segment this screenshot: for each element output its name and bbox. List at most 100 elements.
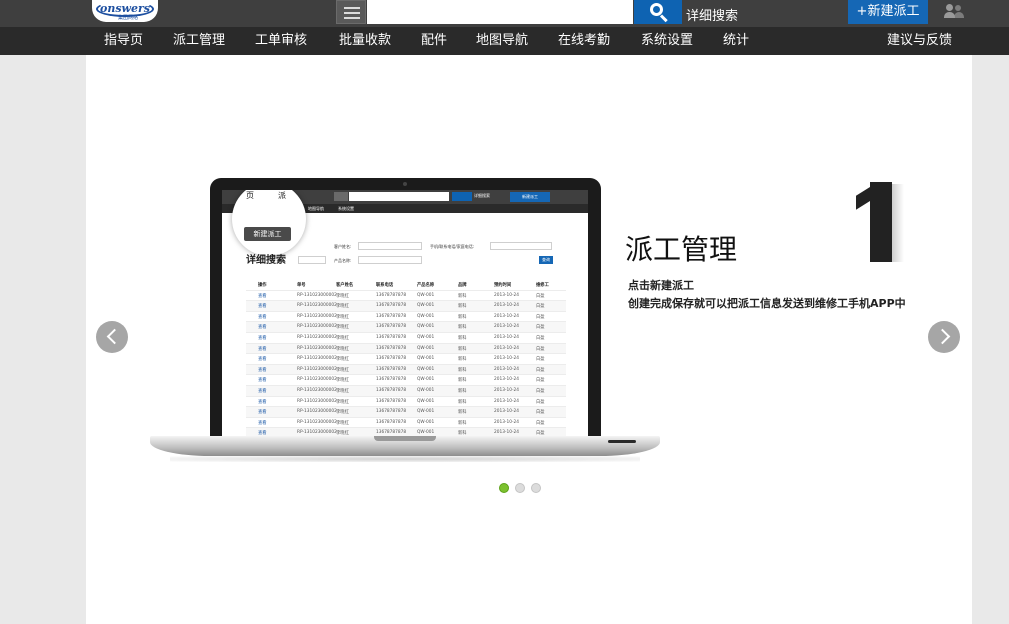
mini-table-cell: 白盈 <box>536 399 545 405</box>
mini-table-cell: 李晓红 <box>336 304 349 310</box>
mini-table-cell: RP-131023000002 <box>297 303 337 309</box>
chevron-right-icon[interactable] <box>928 321 960 353</box>
mini-search-input <box>349 192 449 201</box>
mini-table-cell: 13678787878 <box>376 377 407 383</box>
mini-table-cell: 查看 <box>258 304 267 310</box>
callout-new-button: 新建派工 <box>244 227 291 241</box>
hamburger-icon[interactable] <box>336 0 366 24</box>
mini-table-cell: 2013-10-24 <box>494 366 519 372</box>
laptop-notch <box>374 436 436 441</box>
logo-subtext: 集团网络 <box>118 15 139 21</box>
mini-table-cell: 白盈 <box>536 346 545 352</box>
mini-table-cell: 李晓红 <box>336 357 349 363</box>
new-dispatch-button[interactable]: +新建派工 <box>848 0 928 24</box>
mini-table-cell: 李晓红 <box>336 293 349 299</box>
mini-table-row: 查看 RP-131023000002 李晓红 13678787878 QW-001 新科 2… <box>246 291 566 302</box>
mini-table-cell: 白盈 <box>536 378 545 384</box>
mini-table-cell: 13678787878 <box>376 398 407 404</box>
mini-search-icon <box>452 192 472 201</box>
mini-table-cell: QW-001 <box>417 409 435 415</box>
mini-table-cell: 白盈 <box>536 314 545 320</box>
mini-table-cell: RP-131023000002 <box>297 409 337 415</box>
mini-th: 预约时间 <box>494 283 512 288</box>
mini-table-row: 查看 RP-131023000002 李晓红 13678787878 QW-001 新科 2… <box>246 354 566 365</box>
nav-item-audit[interactable]: 工单审核 <box>255 27 307 55</box>
mini-table-cell: 李晓红 <box>336 399 349 405</box>
mini-table-cell: 查看 <box>258 399 267 405</box>
mini-table-cell: 13678787878 <box>376 430 407 436</box>
mini-table-cell: 13678787878 <box>376 419 407 425</box>
mini-table-cell: 13678787878 <box>376 303 407 309</box>
mini-table-cell: QW-001 <box>417 366 435 372</box>
nav-item-stats[interactable]: 统计 <box>723 27 749 55</box>
slide-title: 派工管理 <box>625 233 738 266</box>
mini-label-product: 产品名称: <box>334 258 352 263</box>
mini-input <box>358 256 422 264</box>
mini-table-row: 查看 RP-131023000002 李晓红 13678787878 QW-001 新科 2… <box>246 397 566 408</box>
mini-table-cell: 13678787878 <box>376 313 407 319</box>
carousel-dot-2[interactable] <box>515 483 525 493</box>
mini-table-row: 查看 RP-131023000002 李晓红 13678787878 QW-001 新科 2… <box>246 385 566 397</box>
carousel-dot-3[interactable] <box>531 483 541 493</box>
mini-th: 单号 <box>297 283 306 288</box>
mini-table-cell: 新科 <box>458 304 467 310</box>
mini-label-customer: 客户姓名: <box>334 244 352 249</box>
mini-advanced-search: 详细搜索 <box>474 193 490 198</box>
mini-table-cell: 查看 <box>258 325 267 331</box>
mini-table-cell: QW-001 <box>417 345 435 351</box>
advanced-search-link[interactable]: 详细搜索 <box>686 5 738 24</box>
mini-table-cell: QW-001 <box>417 398 435 404</box>
mini-table-row: 查看 RP-131023000002 李晓红 13678787878 QW-001 新科 2… <box>246 333 566 344</box>
chevron-left-icon[interactable] <box>96 321 128 353</box>
mini-table-cell: 13678787878 <box>376 345 407 351</box>
nav-item-guide[interactable]: 指导页 <box>104 27 143 55</box>
mini-table-cell: 李晓红 <box>336 410 349 416</box>
mini-table-cell: 新科 <box>458 399 467 405</box>
mini-table-cell: 白盈 <box>536 335 545 341</box>
search-input[interactable] <box>367 0 633 24</box>
nav-item-feedback[interactable]: 建议与反馈 <box>887 27 952 55</box>
mini-th: 操作 <box>258 283 267 288</box>
mini-table-row: 查看 RP-131023000002 李晓红 13678787878 QW-001 新科 2… <box>246 312 566 323</box>
mini-table-cell: QW-001 <box>417 334 435 340</box>
mini-table-row: 查看 RP-131023000002 李晓红 13678787878 QW-001 新科 2… <box>246 418 566 429</box>
mini-table-cell: 新科 <box>458 293 467 299</box>
nav-item-dispatch[interactable]: 派工管理 <box>173 27 225 55</box>
mini-table-cell: 白盈 <box>536 410 545 416</box>
mini-table-cell: 2013-10-24 <box>494 398 519 404</box>
mini-table-cell: 查看 <box>258 420 267 426</box>
mini-table-cell: 李晓红 <box>336 367 349 373</box>
mini-table-cell: 新科 <box>458 335 467 341</box>
nav-item-map[interactable]: 地图导航 <box>476 27 528 55</box>
mini-table-cell: 新科 <box>458 410 467 416</box>
mini-table-row: 查看 RP-131023000002 李晓红 13678787878 QW-001 新科 2… <box>246 322 566 333</box>
nav-item-attendance[interactable]: 在线考勤 <box>558 27 610 55</box>
mini-table-cell: RP-131023000002 <box>297 377 337 383</box>
mini-th: 品牌 <box>458 283 467 288</box>
laptop-indicator <box>608 440 636 443</box>
mini-table-cell: 李晓红 <box>336 314 349 320</box>
slide-number-graphic <box>848 178 908 270</box>
logo[interactable]: onswers 集团网络 <box>92 0 158 22</box>
nav-item-batch-payment[interactable]: 批量收款 <box>339 27 391 55</box>
nav-item-settings[interactable]: 系统设置 <box>641 27 693 55</box>
carousel-dot-1[interactable] <box>499 483 509 493</box>
mini-table-cell: RP-131023000002 <box>297 334 337 340</box>
mini-table-cell: 2013-10-24 <box>494 430 519 436</box>
mini-input <box>298 256 326 264</box>
mini-table-cell: 2013-10-24 <box>494 356 519 362</box>
mini-table-cell: 查看 <box>258 293 267 299</box>
mini-table-cell: RP-131023000002 <box>297 387 337 393</box>
mini-table-cell: RP-131023000002 <box>297 292 337 298</box>
mini-table-cell: 白盈 <box>536 304 545 310</box>
mini-table-cell: 2013-10-24 <box>494 324 519 330</box>
mini-table-cell: RP-131023000002 <box>297 366 337 372</box>
users-icon[interactable] <box>944 4 964 20</box>
mini-nav-item: 地图导航 <box>308 206 324 211</box>
nav-item-parts[interactable]: 配件 <box>421 27 447 55</box>
mini-th: 产品名称 <box>417 283 435 288</box>
mini-table-cell: 李晓红 <box>336 378 349 384</box>
mini-table-row: 查看 RP-131023000002 李晓红 13678787878 QW-001 新科 2… <box>246 375 566 386</box>
search-button[interactable] <box>634 0 682 24</box>
mini-new-button: 新建派工 <box>510 192 550 202</box>
